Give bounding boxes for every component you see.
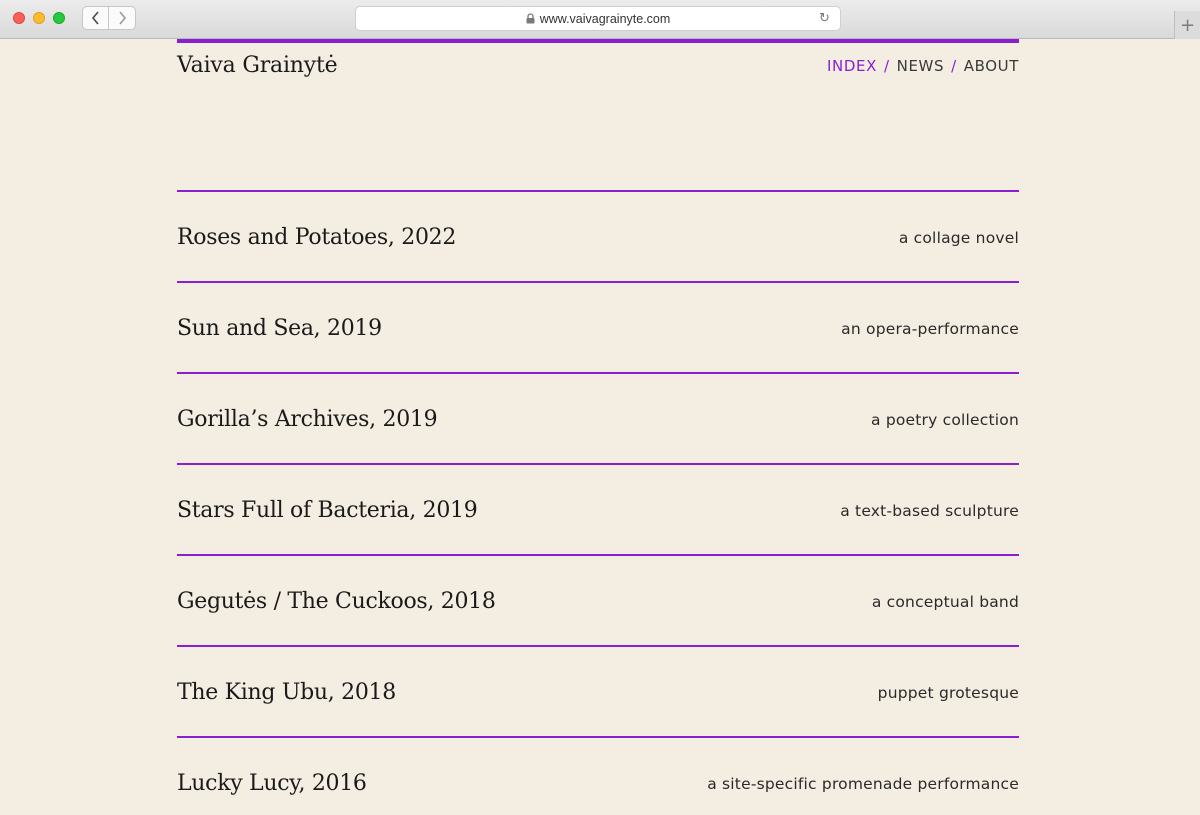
work-item[interactable]: Gorilla’s Archives, 2019 a poetry collec… <box>177 372 1019 463</box>
plus-icon: + <box>1179 14 1196 36</box>
work-title[interactable]: Gorilla’s Archives, 2019 <box>177 407 438 432</box>
nav-separator: / <box>951 57 957 75</box>
work-type: a site-specific promenade performance <box>707 774 1019 793</box>
nav-about[interactable]: ABOUT <box>964 57 1019 75</box>
url-text: www.vaivagrainyte.com <box>539 11 671 26</box>
site-title[interactable]: Vaiva Grainytė <box>177 53 338 78</box>
zoom-window-button[interactable] <box>53 12 65 24</box>
chevron-right-icon <box>118 11 126 25</box>
header-rule <box>177 39 1019 43</box>
work-type: a text-based sculpture <box>840 501 1019 520</box>
work-title[interactable]: Stars Full of Bacteria, 2019 <box>177 498 478 523</box>
work-title[interactable]: Sun and Sea, 2019 <box>177 316 382 341</box>
main-nav: INDEX / NEWS / ABOUT <box>827 57 1019 75</box>
lock-icon <box>526 13 535 24</box>
work-title[interactable]: Roses and Potatoes, 2022 <box>177 225 456 250</box>
work-item[interactable]: The King Ubu, 2018 puppet grotesque <box>177 645 1019 736</box>
nav-separator: / <box>883 57 890 75</box>
work-type: an opera-performance <box>841 319 1019 338</box>
work-item[interactable]: Sun and Sea, 2019 an opera-performance <box>177 281 1019 372</box>
work-item[interactable]: Stars Full of Bacteria, 2019 a text-base… <box>177 463 1019 554</box>
nav-index[interactable]: INDEX <box>827 57 877 75</box>
forward-button[interactable] <box>109 6 136 30</box>
work-title[interactable]: Gegutės / The Cuckoos, 2018 <box>177 589 496 614</box>
work-type: a collage novel <box>898 228 1019 247</box>
work-item[interactable]: Lucky Lucy, 2016 a site-specific promena… <box>177 736 1019 815</box>
new-tab-button[interactable]: + <box>1174 11 1200 39</box>
close-window-button[interactable] <box>13 12 25 24</box>
work-type: a conceptual band <box>871 592 1019 611</box>
work-type: puppet grotesque <box>877 683 1019 702</box>
page-content: Vaiva Grainytė INDEX / NEWS / ABOUT Rose… <box>177 39 1019 796</box>
chevron-left-icon <box>91 11 99 25</box>
work-item[interactable]: Roses and Potatoes, 2022 a collage novel <box>177 190 1019 281</box>
work-item[interactable]: Gegutės / The Cuckoos, 2018 a conceptual… <box>177 554 1019 645</box>
back-button[interactable] <box>82 6 109 30</box>
work-title[interactable]: Lucky Lucy, 2016 <box>177 771 367 796</box>
work-title[interactable]: The King Ubu, 2018 <box>177 680 396 705</box>
nav-news[interactable]: NEWS <box>897 57 944 75</box>
browser-toolbar: www.vaivagrainyte.com ↻ + <box>0 0 1200 39</box>
reload-icon[interactable]: ↻ <box>817 11 832 26</box>
work-type: a poetry collection <box>871 410 1019 429</box>
address-bar[interactable]: www.vaivagrainyte.com ↻ <box>355 6 841 31</box>
works-list: Roses and Potatoes, 2022 a collage novel… <box>177 190 1019 815</box>
minimize-window-button[interactable] <box>33 12 45 24</box>
